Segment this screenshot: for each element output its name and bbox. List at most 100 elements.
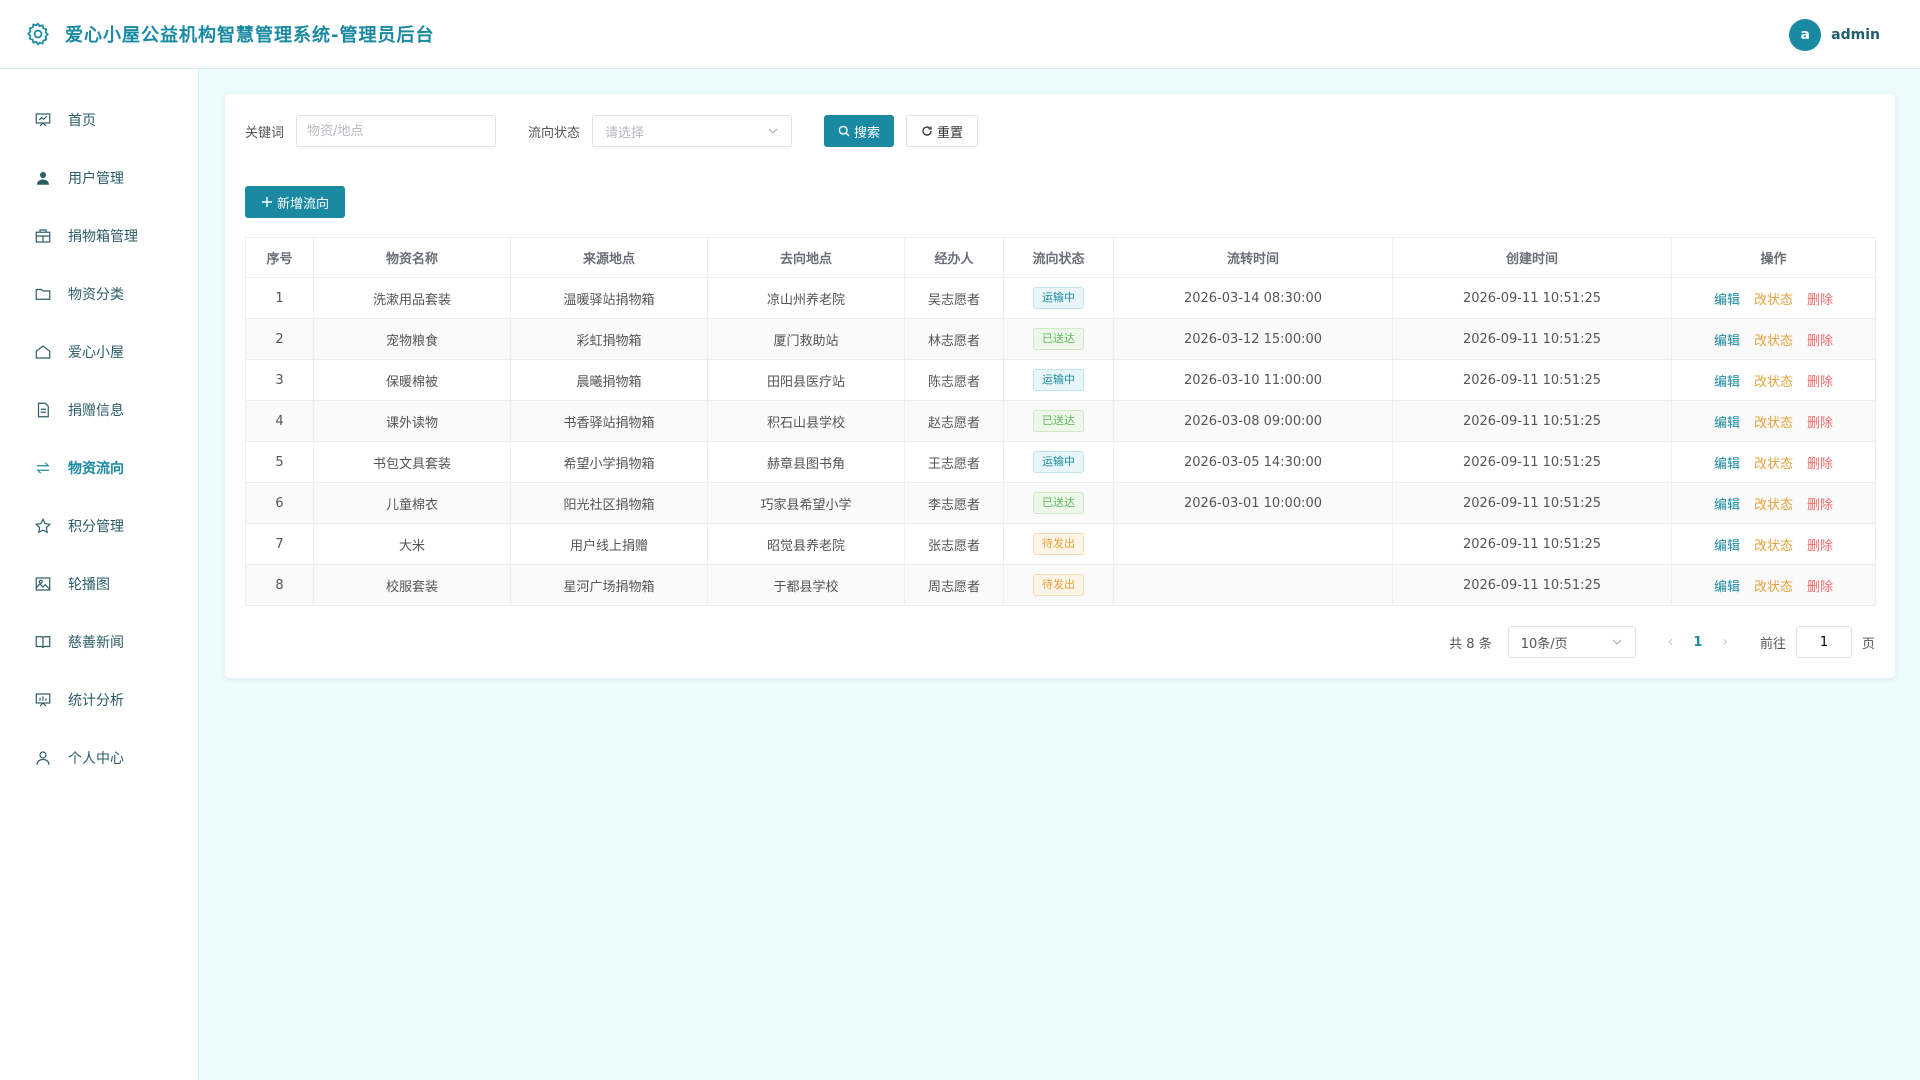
status-cell: 已送达 (1003, 400, 1114, 442)
document-icon (37, 402, 49, 418)
sidebar-item-statistics[interactable]: 统计分析 (0, 671, 198, 729)
cell-flow-time: 2026-03-01 10:00:00 (1113, 482, 1393, 524)
cell-to: 凉山州养老院 (707, 277, 905, 319)
cell-created: 2026-09-11 10:51:25 (1392, 318, 1672, 360)
sidebar-item-donation-boxes[interactable]: 捐物箱管理 (0, 207, 198, 265)
sidebar-item-home[interactable]: 首页 (0, 91, 198, 149)
user-icon (37, 172, 49, 185)
delete-link[interactable]: 删除 (1807, 416, 1833, 431)
cell-name: 大米 (313, 523, 511, 565)
edit-link[interactable]: 编辑 (1714, 375, 1740, 390)
change-status-link[interactable]: 改状态 (1754, 416, 1793, 431)
refresh-icon (922, 126, 932, 136)
page-number[interactable]: 1 (1693, 635, 1702, 650)
person-icon (36, 751, 50, 765)
sidebar-item-categories[interactable]: 物资分类 (0, 265, 198, 323)
cell-handler: 赵志愿者 (904, 400, 1004, 442)
edit-link[interactable]: 编辑 (1714, 293, 1740, 308)
column-header[interactable]: 物资名称 (313, 237, 511, 278)
sidebar-item-label: 积分管理 (68, 519, 124, 535)
delete-link[interactable]: 删除 (1807, 293, 1833, 308)
delete-link[interactable]: 删除 (1807, 375, 1833, 390)
sidebar: 首页 用户管理 捐物箱管理 物资分类 爱心小屋 捐赠信息 物资流向 积分管理 轮… (0, 69, 199, 1080)
status-badge: 已送达 (1033, 328, 1084, 350)
table-row: 1 洗漱用品套装 温暖驿站捐物箱 凉山州养老院 吴志愿者 运输中 2026-03-14 08… (245, 277, 1876, 319)
edit-link[interactable]: 编辑 (1714, 416, 1740, 431)
sidebar-item-material-flow[interactable]: 物资流向 (0, 439, 198, 497)
sidebar-item-points[interactable]: 积分管理 (0, 497, 198, 555)
cell-flow-time: 2026-03-10 11:00:00 (1113, 359, 1393, 401)
delete-link[interactable]: 删除 (1807, 334, 1833, 349)
delete-link[interactable]: 删除 (1807, 580, 1833, 595)
sidebar-item-label: 个人中心 (68, 751, 124, 767)
sidebar-item-users[interactable]: 用户管理 (0, 149, 198, 207)
cell-name: 宠物粮食 (313, 318, 511, 360)
edit-link[interactable]: 编辑 (1714, 580, 1740, 595)
column-header[interactable]: 创建时间 (1392, 237, 1672, 278)
table-row: 6 儿童棉衣 阳光社区捐物箱 巧家县希望小学 李志愿者 已送达 2026-03-01 10:… (245, 482, 1876, 524)
column-header: 操作 (1671, 237, 1876, 278)
avatar[interactable]: a (1789, 18, 1822, 51)
cell-handler: 张志愿者 (904, 523, 1004, 565)
column-header[interactable]: 序号 (245, 237, 314, 278)
cell-to: 田阳县医疗站 (707, 359, 905, 401)
goto-page-input[interactable] (1795, 626, 1852, 658)
column-header[interactable]: 流向状态 (1003, 237, 1114, 278)
prev-page-icon[interactable]: ‹ (1668, 634, 1674, 650)
search-button[interactable]: 搜索 (824, 115, 895, 147)
edit-link[interactable]: 编辑 (1714, 457, 1740, 472)
page-suffix: 页 (1861, 636, 1875, 652)
sidebar-item-label: 轮播图 (68, 577, 110, 593)
keyword-label: 关键词 (245, 125, 285, 141)
change-status-link[interactable]: 改状态 (1754, 457, 1793, 472)
next-page-icon[interactable]: › (1722, 634, 1728, 650)
column-header[interactable]: 来源地点 (510, 237, 708, 278)
add-flow-button[interactable]: 新增流向 (245, 186, 346, 218)
cell-name: 儿童棉衣 (313, 482, 511, 524)
actions-cell: 编辑 改状态 删除 (1671, 441, 1876, 483)
edit-link[interactable]: 编辑 (1714, 498, 1740, 513)
column-header[interactable]: 去向地点 (707, 237, 905, 278)
cell-flow-time: 2026-03-08 09:00:00 (1113, 400, 1393, 442)
change-status-link[interactable]: 改状态 (1754, 498, 1793, 513)
sidebar-item-profile[interactable]: 个人中心 (0, 729, 198, 787)
change-status-link[interactable]: 改状态 (1754, 375, 1793, 390)
cell-from: 希望小学捐物箱 (510, 441, 708, 483)
user-menu[interactable]: a admin (1789, 0, 1880, 69)
change-status-link[interactable]: 改状态 (1754, 580, 1793, 595)
status-cell: 运输中 (1003, 441, 1114, 483)
sidebar-item-label: 捐物箱管理 (68, 229, 138, 245)
column-header[interactable]: 经办人 (904, 237, 1004, 278)
cell-to: 厦门救助站 (707, 318, 905, 360)
change-status-link[interactable]: 改状态 (1754, 334, 1793, 349)
status-cell: 待发出 (1003, 523, 1114, 565)
edit-link[interactable]: 编辑 (1714, 539, 1740, 554)
sidebar-item-donations[interactable]: 捐赠信息 (0, 381, 198, 439)
cell-flow-time: 2026-03-12 15:00:00 (1113, 318, 1393, 360)
actions-cell: 编辑 改状态 删除 (1671, 564, 1876, 606)
change-status-link[interactable]: 改状态 (1754, 539, 1793, 554)
cell-no: 4 (245, 400, 314, 442)
edit-link[interactable]: 编辑 (1714, 334, 1740, 349)
actions-cell: 编辑 改状态 删除 (1671, 523, 1876, 565)
page-size-select[interactable]: 10条/页 (1507, 626, 1636, 658)
cell-name: 洗漱用品套装 (313, 277, 511, 319)
column-header[interactable]: 流转时间 (1113, 237, 1393, 278)
status-select[interactable]: 请选择 (592, 115, 793, 147)
sidebar-item-carousel[interactable]: 轮播图 (0, 555, 198, 613)
sidebar-item-label: 捐赠信息 (68, 403, 124, 419)
username[interactable]: admin (1831, 27, 1880, 43)
sidebar-item-love-house[interactable]: 爱心小屋 (0, 323, 198, 381)
delete-link[interactable]: 删除 (1807, 457, 1833, 472)
delete-link[interactable]: 删除 (1807, 539, 1833, 554)
reset-button[interactable]: 重置 (906, 115, 979, 147)
cell-no: 3 (245, 359, 314, 401)
cell-flow-time: 2026-03-14 08:30:00 (1113, 277, 1393, 319)
sidebar-item-label: 爱心小屋 (68, 345, 124, 361)
change-status-link[interactable]: 改状态 (1754, 293, 1793, 308)
delete-link[interactable]: 删除 (1807, 498, 1833, 513)
cell-created: 2026-09-11 10:51:25 (1392, 523, 1672, 565)
cell-created: 2026-09-11 10:51:25 (1392, 482, 1672, 524)
keyword-input[interactable] (296, 115, 497, 147)
sidebar-item-news[interactable]: 慈善新闻 (0, 613, 198, 671)
